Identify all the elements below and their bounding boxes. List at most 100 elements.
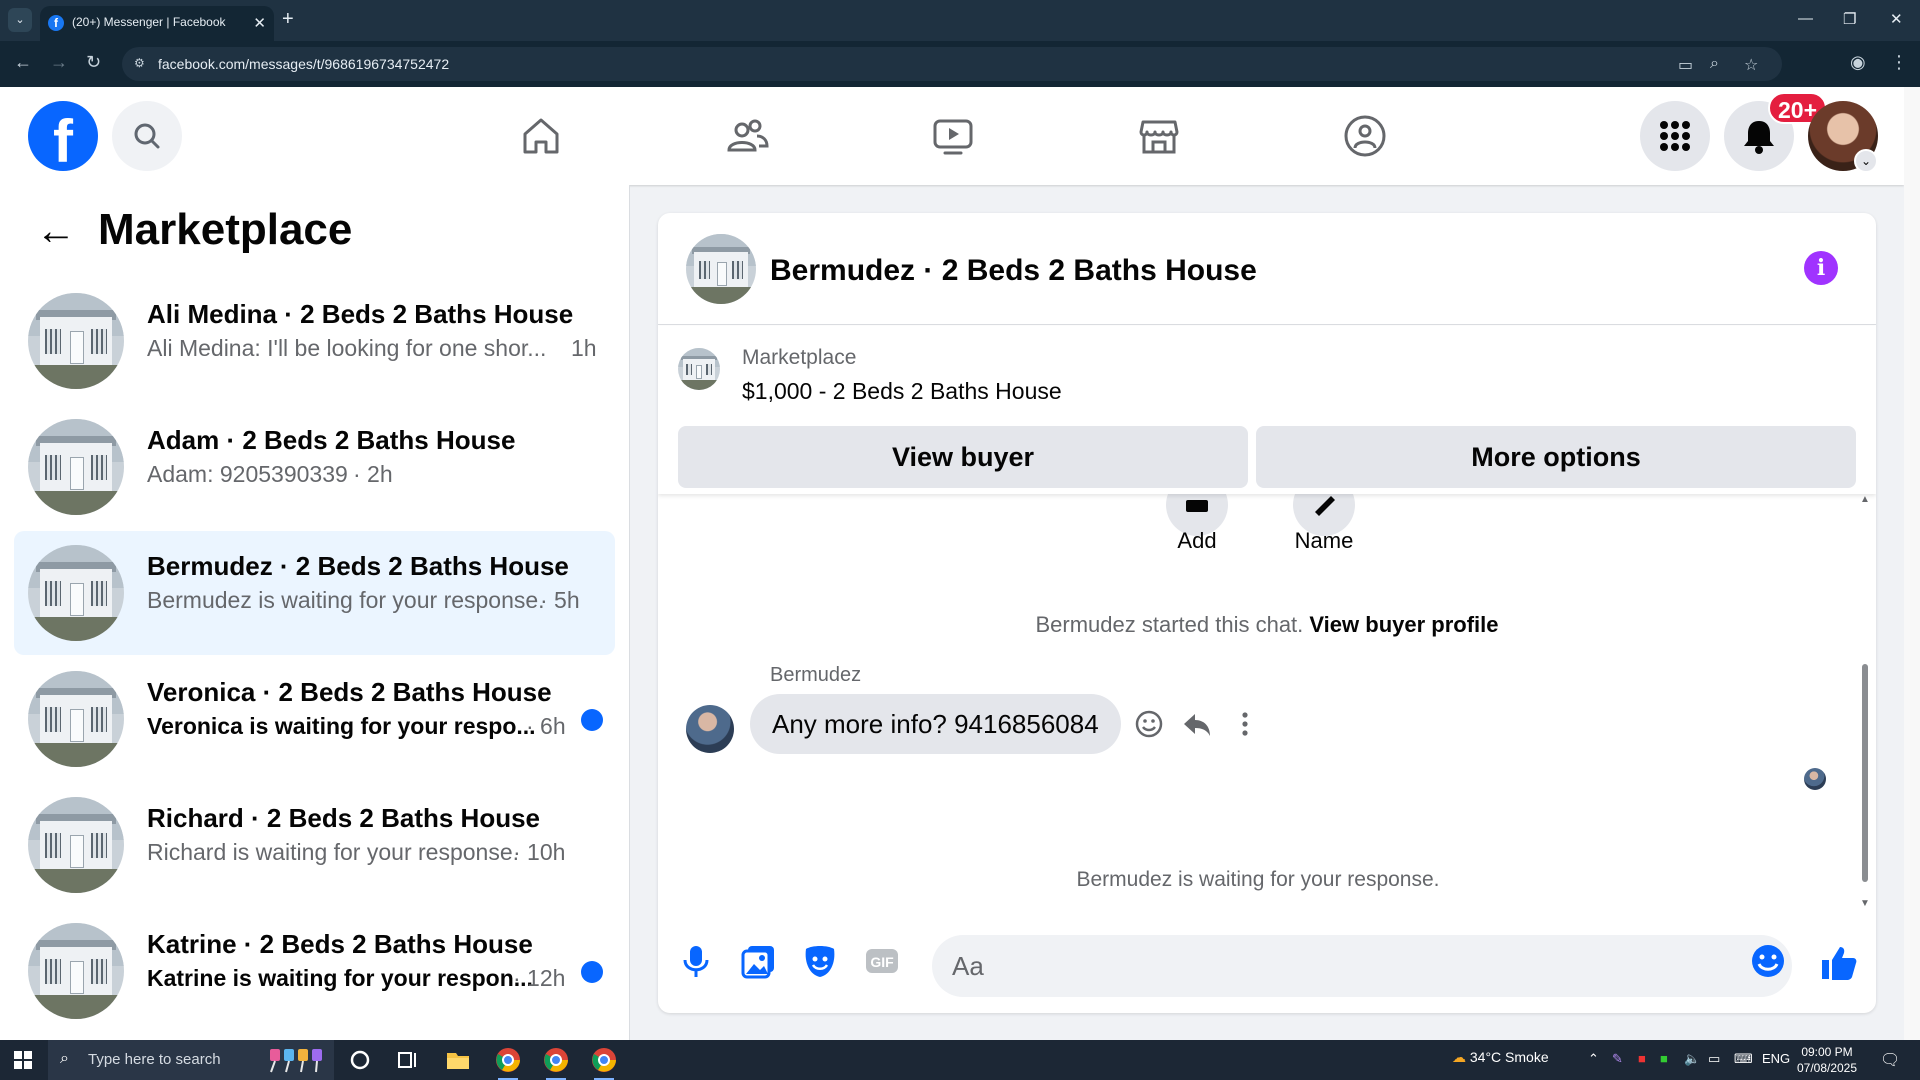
chevron-down-icon[interactable]: ⌄ [1854, 149, 1878, 173]
listing-thumbnail [28, 797, 124, 893]
taskbar-search-box[interactable]: ⌕ Type here to search [48, 1040, 334, 1080]
omnibox[interactable]: ⚙ facebook.com/messages/t/96861967347524… [122, 47, 1782, 81]
browser-menu-icon[interactable]: ⋮ [1890, 52, 1908, 73]
conversation-preview: Ali Medina: I'll be looking for one shor… [147, 335, 547, 361]
chrome-profile-icon[interactable] [542, 1046, 570, 1080]
nav-marketplace[interactable] [1124, 101, 1194, 171]
zoom-icon[interactable]: ⌕ [1710, 55, 1719, 73]
page-scrollbar[interactable] [1904, 87, 1920, 1040]
message-composer: GIF [658, 919, 1876, 1013]
search-icon: ⌕ [60, 1050, 69, 1067]
conversation-item[interactable]: Ali Medina · 2 Beds 2 Baths House Ali Me… [14, 279, 615, 403]
chat-title[interactable]: Bermudez · 2 Beds 2 Baths House [770, 254, 1257, 288]
more-options-button[interactable]: More options [1256, 426, 1856, 488]
minimize-icon[interactable]: — [1798, 10, 1813, 27]
conversation-item[interactable]: Richard · 2 Beds 2 Baths House Richard i… [14, 783, 615, 907]
conversation-item[interactable]: Adam · 2 Beds 2 Baths House Adam: 920539… [14, 405, 615, 529]
sender-avatar[interactable] [686, 705, 734, 753]
home-icon [523, 118, 559, 154]
gif-icon[interactable]: GIF [864, 943, 900, 979]
keyboard-icon[interactable]: ⌨ [1734, 1051, 1753, 1067]
task-view-icon[interactable] [394, 1046, 422, 1074]
sticker-icon[interactable] [802, 943, 838, 979]
conversation-item[interactable]: Katrine · 2 Beds 2 Baths House Katrine i… [14, 909, 615, 1033]
forward-icon[interactable]: → [50, 52, 68, 73]
unread-dot [581, 961, 603, 983]
view-buyer-button[interactable]: View buyer [678, 426, 1248, 488]
tab-close-icon[interactable]: ✕ [253, 14, 266, 32]
menu-button[interactable] [1640, 101, 1710, 171]
facebook-logo[interactable]: f [28, 101, 98, 171]
reload-icon[interactable]: ↻ [86, 52, 101, 73]
chat-listing-avatar[interactable] [686, 234, 756, 304]
restore-icon[interactable]: ❐ [1843, 10, 1856, 28]
message-bubble[interactable]: Any more info? 9416856084 [750, 694, 1121, 754]
network-icon[interactable]: ▭ [1708, 1051, 1720, 1067]
taskbar-search-placeholder: Type here to search [88, 1051, 221, 1068]
scroll-up-icon[interactable]: ▲ [1860, 494, 1870, 505]
weather-widget[interactable]: ☁ 34°C Smoke [1452, 1049, 1549, 1066]
conversation-preview: Katrine is waiting for your respon... [147, 965, 533, 991]
info-icon[interactable]: i [1804, 251, 1838, 285]
add-action-label: Add [1177, 528, 1217, 553]
back-icon[interactable]: ← [14, 52, 32, 73]
url-text[interactable]: facebook.com/messages/t/9686196734752472 [158, 56, 449, 72]
emoji-icon[interactable] [1750, 943, 1786, 979]
marketplace-label: Marketplace [742, 346, 857, 369]
scroll-thumb[interactable] [1862, 664, 1868, 882]
conversation-name: Katrine · 2 Beds 2 Baths House [147, 929, 533, 959]
conversation-item-active[interactable]: Bermudez · 2 Beds 2 Baths House Bermudez… [14, 531, 615, 655]
facebook-favicon-icon: f [48, 15, 64, 31]
search-button[interactable] [112, 101, 182, 171]
conversation-time: · 2h [353, 461, 393, 487]
thumbs-up-icon[interactable] [1818, 943, 1857, 980]
language-indicator[interactable]: ENG [1762, 1051, 1790, 1066]
conversation-time: 1h [571, 335, 597, 361]
back-arrow-icon[interactable]: ← [36, 211, 76, 251]
site-info-icon[interactable]: ⚙ [134, 56, 150, 70]
video-icon [933, 119, 973, 155]
bookmark-star-icon[interactable]: ☆ [1744, 55, 1758, 75]
react-emoji-icon[interactable] [1134, 709, 1164, 739]
nav-friends[interactable] [712, 101, 782, 171]
unread-dot [581, 709, 603, 731]
message-input[interactable] [932, 935, 1792, 997]
chat-panel: Bermudez · 2 Beds 2 Baths House i Market… [658, 213, 1876, 1013]
notification-center-icon[interactable]: 🗨 [1880, 1050, 1900, 1070]
nav-home[interactable] [506, 101, 576, 171]
microphone-icon[interactable] [678, 943, 714, 979]
nav-groups[interactable] [1330, 101, 1400, 171]
volume-icon[interactable]: 🔈 [1684, 1051, 1700, 1067]
sender-name: Bermudez [770, 664, 862, 686]
grid-menu-icon [1660, 121, 1690, 151]
profile-menu-icon[interactable]: ◉ [1850, 52, 1866, 73]
view-buyer-profile-link[interactable]: View buyer profile [1309, 612, 1498, 637]
scroll-down-icon[interactable]: ▼ [1860, 898, 1870, 909]
tray-app-icon[interactable]: ■ [1660, 1051, 1668, 1066]
taskbar-clock[interactable]: 09:00 PM 07/08/2025 [1792, 1044, 1862, 1076]
new-tab-icon[interactable]: + [282, 8, 294, 31]
reply-icon[interactable] [1182, 709, 1212, 739]
close-window-icon[interactable]: ✕ [1890, 10, 1903, 28]
seen-receipt-avatar [1804, 768, 1826, 790]
conversation-preview: Adam: 9205390339 [147, 461, 348, 487]
install-app-icon[interactable]: ▭ [1678, 55, 1693, 75]
cortana-icon[interactable] [346, 1046, 374, 1074]
groups-icon [1344, 115, 1386, 157]
pen-icon[interactable]: ✎ [1612, 1051, 1623, 1067]
tray-overflow-icon[interactable]: ⌃ [1588, 1051, 1599, 1067]
chrome-icon[interactable] [494, 1046, 522, 1080]
listing-title[interactable]: $1,000 - 2 Beds 2 Baths House [742, 378, 1062, 405]
clock-time: 09:00 PM [1801, 1045, 1853, 1059]
photo-icon[interactable] [740, 943, 776, 979]
file-explorer-icon[interactable] [444, 1046, 472, 1074]
conversation-item[interactable]: Veronica · 2 Beds 2 Baths House Veronica… [14, 657, 615, 781]
chat-scrollbar[interactable]: ▲ ▼ [1860, 494, 1870, 909]
tray-app-icon[interactable]: ■ [1638, 1051, 1646, 1066]
nav-video[interactable] [918, 101, 988, 171]
chrome-profile-icon[interactable] [590, 1046, 618, 1080]
browser-tab[interactable]: f (20+) Messenger | Facebook ✕ [40, 6, 274, 41]
more-actions-icon[interactable] [1230, 709, 1260, 739]
windows-start-icon[interactable] [14, 1051, 32, 1069]
tab-search-dropdown[interactable]: ⌄ [8, 8, 32, 32]
